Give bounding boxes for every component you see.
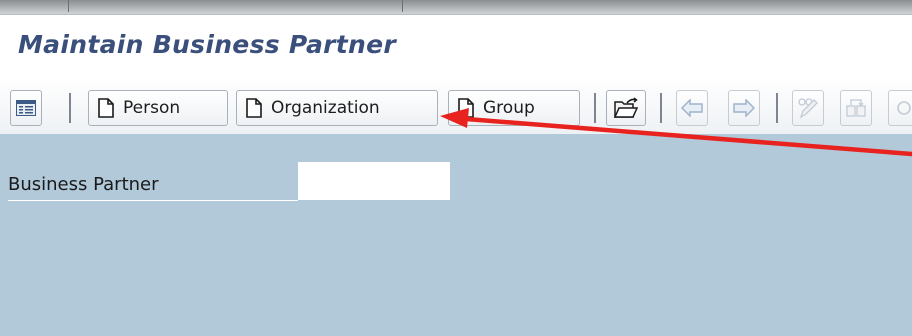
list-layout-icon [16,100,36,116]
toolbar-separator [594,93,596,123]
toolbar-separator [776,93,778,123]
selection-area: Business Partner [0,134,912,336]
top-bar-divider [68,0,69,12]
open-button[interactable] [606,90,646,126]
glasses-pencil-icon [798,98,818,119]
document-icon [458,98,474,118]
switch-object-icon [846,99,866,117]
application-toolbar: Person Organization Group [0,78,912,134]
group-button[interactable]: Group [448,90,580,126]
business-partner-input[interactable] [298,162,450,200]
toolbar-overflow-button[interactable] [888,90,912,126]
navigation-toggle-button[interactable] [10,90,42,126]
toolbar-separator [69,93,71,123]
general-data-icon [897,101,911,115]
group-button-label: Group [483,98,535,118]
page-title: Maintain Business Partner [18,30,396,59]
business-partner-label: Business Partner [8,174,159,195]
top-bar-divider [402,0,403,12]
document-icon [246,98,262,118]
arrow-right-icon [733,99,755,117]
organization-button-label: Organization [271,98,380,118]
field-underline [8,200,298,201]
person-button[interactable]: Person [88,90,228,126]
display-change-button[interactable] [792,90,824,126]
document-icon [98,98,114,118]
person-button-label: Person [123,98,181,118]
other-partner-button[interactable] [840,90,872,126]
toolbar-separator [660,93,662,123]
previous-button[interactable] [676,90,708,126]
arrow-left-icon [681,99,703,117]
open-folder-icon [613,97,639,118]
next-button[interactable] [728,90,760,126]
organization-button[interactable]: Organization [236,90,438,126]
window-top-bar [0,0,912,15]
